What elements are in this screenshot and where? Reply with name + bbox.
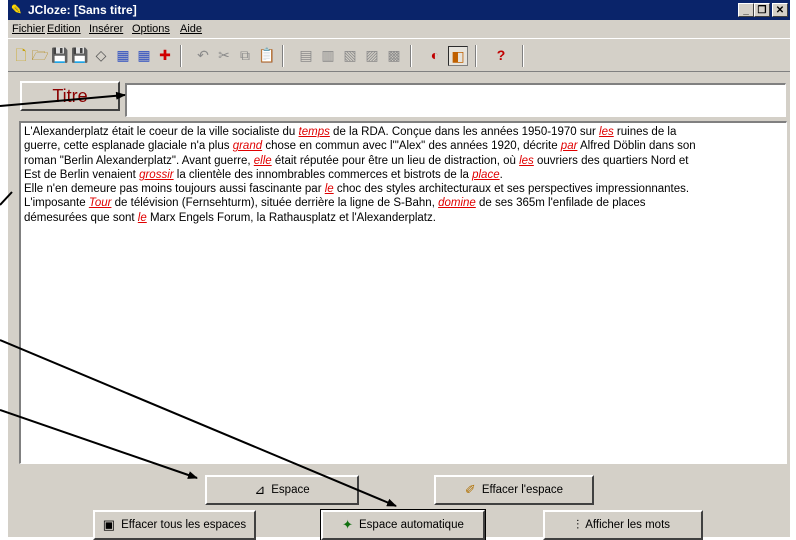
new-file-icon[interactable]: 🗋 [12, 46, 30, 64]
erase-icon[interactable]: ◇ [92, 46, 110, 64]
toolbar-separator [282, 45, 284, 67]
effacer-espace-button[interactable]: ✐ Effacer l'espace [434, 475, 594, 505]
view1-icon[interactable]: ◐ [426, 46, 444, 64]
copy-icon[interactable]: ⧉ [236, 46, 254, 64]
cut-icon[interactable]: ✂ [215, 46, 233, 64]
text-line: guerre, cette esplanade glaciale n'a plu… [24, 139, 783, 153]
afficher-mots-label: Afficher les mots [585, 519, 671, 531]
clear-all-icon: ▣ [102, 517, 116, 532]
save-as-icon[interactable]: 💾 [71, 46, 89, 64]
gap-word[interactable]: le [325, 183, 334, 195]
cloze-text-area[interactable]: L'Alexanderplatz était le coeur de la vi… [19, 121, 787, 464]
text-line: Elle n'en demeure pas moins toujours aus… [24, 182, 783, 196]
title-bar[interactable]: ✎ JCloze: [Sans titre] _ ❐ ✕ [8, 0, 790, 20]
text-line: démesurées que sont le Marx Engels Forum… [24, 211, 783, 225]
gap-word[interactable]: elle [254, 155, 272, 167]
window-title: JCloze: [Sans titre] [28, 3, 137, 17]
text-run: chose en commun avec l'"Alex" des années… [262, 140, 561, 153]
afficher-mots-button[interactable]: ⫶ Afficher les mots [543, 510, 703, 540]
open-folder-icon[interactable]: 🗁 [31, 46, 49, 64]
gap-word[interactable]: temps [299, 126, 330, 138]
close-button[interactable]: ✕ [772, 3, 788, 17]
insert-gap-icon: ⊿ [254, 482, 266, 497]
text-run: Elle n'en demeure pas moins toujours aus… [24, 183, 325, 196]
menu-aide[interactable]: Aide [180, 23, 202, 35]
toolbar-separator [475, 45, 477, 67]
gap-word[interactable]: grossir [139, 169, 174, 181]
effacer-tous-label: Effacer tous les espaces [121, 519, 247, 531]
menu-bar: Fichier Edition Insérer Options Aide [8, 20, 790, 38]
text-run: de télévision (Fernsehturm), située derr… [111, 197, 439, 210]
text-run: guerre, cette esplanade glaciale n'a plu… [24, 140, 233, 153]
text-run: démesurées que sont [24, 211, 138, 224]
text-line: Est de Berlin venaient grossir la client… [24, 168, 783, 182]
text-run: la clientèle des innombrables commerces … [173, 168, 473, 181]
text-run: Marx Engels Forum, la Rathausplatz et l'… [146, 211, 436, 224]
text-line: roman "Berlin Alexanderplatz". Avant gue… [24, 154, 783, 168]
text-line: L'Alexanderplatz était le coeur de la vi… [24, 125, 783, 139]
word-list-icon: ⫶ [575, 517, 580, 532]
text-run: Est de Berlin venaient [24, 168, 140, 181]
tool2-icon[interactable]: ▥ [319, 46, 337, 64]
text-run: ruines de la [613, 126, 677, 138]
app-icon: ✎ [11, 2, 22, 17]
gap-word[interactable]: place [472, 169, 500, 181]
magic-wand-icon: ✦ [342, 517, 354, 532]
effacer-tous-button[interactable]: ▣ Effacer tous les espaces [93, 510, 256, 540]
title-input[interactable] [125, 83, 786, 117]
gap-word[interactable]: domine [438, 197, 476, 209]
maximize-button[interactable]: ❐ [754, 3, 770, 17]
gap-word[interactable]: grand [233, 140, 262, 152]
tool5-icon[interactable]: ▩ [385, 46, 403, 64]
paste-icon[interactable]: 📋 [258, 46, 276, 64]
text-run: de la RDA. Conçue dans les années 1950-1… [329, 126, 600, 138]
add-gap-icon[interactable]: ✚ [156, 46, 174, 64]
gap-word[interactable]: le [138, 212, 147, 224]
espace-label: Espace [271, 484, 310, 496]
view2-icon[interactable]: ◧ [448, 46, 468, 66]
text-run: de ses 365m l'enfilade de places [475, 197, 646, 210]
menu-inserer[interactable]: Insérer [89, 23, 123, 35]
toolbar-separator [410, 45, 412, 67]
titre-label: Titre [20, 81, 120, 111]
gap-word[interactable]: Tour [89, 197, 112, 209]
jcloze-window: ✎ JCloze: [Sans titre] _ ❐ ✕ Fichier Edi… [8, 0, 790, 540]
tool3-icon[interactable]: ▧ [341, 46, 359, 64]
text-run: roman "Berlin Alexanderplatz". Avant gue… [24, 154, 254, 167]
tool4-icon[interactable]: ▨ [363, 46, 381, 64]
text-run: L'imposante [24, 197, 89, 210]
text-run: L'Alexanderplatz était le coeur de la vi… [24, 126, 299, 138]
menu-fichier[interactable]: Fichier [12, 23, 45, 35]
gap-word[interactable]: les [599, 126, 614, 138]
espace-button[interactable]: ⊿ Espace [205, 475, 359, 505]
toolbar-separator [180, 45, 182, 67]
espace-automatique-button[interactable]: ✦ Espace automatique [320, 509, 486, 540]
text-line: L'imposante Tour de télévision (Fernseht… [24, 196, 783, 210]
undo-icon[interactable]: ↶ [194, 46, 212, 64]
text-run: était réputée pour être un lieu de distr… [271, 154, 520, 167]
menu-edition[interactable]: Edition [47, 23, 81, 35]
espace-automatique-label: Espace automatique [359, 519, 464, 531]
help-icon[interactable]: ? [492, 46, 510, 64]
menu-options[interactable]: Options [132, 23, 170, 35]
text-run: ouvriers des quartiers Nord et [533, 154, 689, 167]
toolbar-separator [522, 45, 524, 67]
save-icon[interactable]: 💾 [51, 46, 69, 64]
web-export2-icon[interactable]: ▦ [135, 46, 153, 64]
gap-word[interactable]: les [519, 155, 534, 167]
text-run: choc des styles architecturaux et ses pe… [333, 183, 690, 196]
minimize-button[interactable]: _ [738, 3, 754, 17]
gap-word[interactable]: par [561, 140, 578, 152]
tool1-icon[interactable]: ▤ [297, 46, 315, 64]
eraser-icon: ✐ [464, 482, 476, 497]
text-run: Alfred Döblin dans son [577, 140, 696, 153]
toolbar: 🗋 🗁 💾 💾 ◇ ▦ ▦ ✚ ↶ ✂ ⧉ 📋 ▤ ▥ ▧ ▨ ▩ ◐ ◧ ? [8, 38, 790, 72]
web-export-icon[interactable]: ▦ [114, 46, 132, 64]
effacer-espace-label: Effacer l'espace [481, 484, 564, 496]
text-run: . [499, 168, 503, 181]
